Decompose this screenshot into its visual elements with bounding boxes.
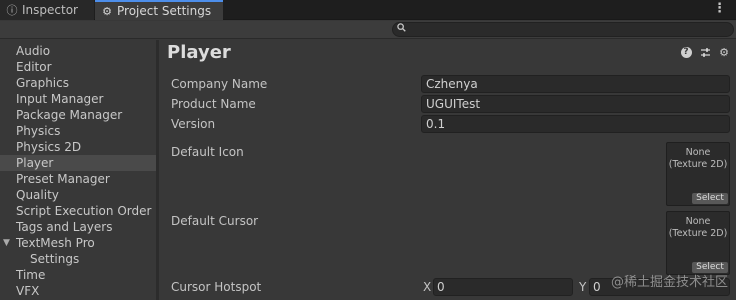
texture-field-text: None (Texture 2D) xyxy=(667,216,729,240)
version-label: Version xyxy=(171,117,216,131)
default-icon-select-button[interactable]: Select xyxy=(692,193,728,204)
sidebar-item-script-execution-order[interactable]: Script Execution Order xyxy=(0,203,156,219)
sidebar-item-physics-2d[interactable]: Physics 2D xyxy=(0,139,156,155)
sidebar-item-player[interactable]: Player xyxy=(0,155,156,171)
sidebar-item-package-manager[interactable]: Package Manager xyxy=(0,107,156,123)
sidebar-item-textmesh-settings[interactable]: Settings xyxy=(0,251,156,267)
texture-none-text: None xyxy=(685,216,711,227)
sidebar-item-quality[interactable]: Quality xyxy=(0,187,156,203)
company-name-label: Company Name xyxy=(171,77,268,91)
sidebar-item-textmesh-pro[interactable]: ▼ TextMesh Pro xyxy=(0,235,156,251)
sidebar-item-input-manager[interactable]: Input Manager xyxy=(0,91,156,107)
sidebar-item-tags-and-layers[interactable]: Tags and Layers xyxy=(0,219,156,235)
sidebar-item-label: Physics xyxy=(16,124,61,138)
hotspot-x-label[interactable]: X xyxy=(423,280,431,294)
default-cursor-label: Default Cursor xyxy=(171,214,259,228)
sidebar-item-physics[interactable]: Physics xyxy=(0,123,156,139)
sidebar-item-audio[interactable]: Audio xyxy=(0,43,156,59)
settings-sidebar: Audio Editor Graphics Input Manager Pack… xyxy=(0,40,156,300)
sidebar-item-preset-manager[interactable]: Preset Manager xyxy=(0,171,156,187)
sidebar-item-label: Audio xyxy=(16,44,51,58)
sidebar-item-graphics[interactable]: Graphics xyxy=(0,75,156,91)
sidebar-item-label: Tags and Layers xyxy=(16,220,113,234)
page-title: Player xyxy=(167,42,231,63)
sidebar-item-label: VFX xyxy=(16,284,40,298)
window-menu-icon[interactable]: ⋮ xyxy=(713,1,726,16)
foldout-expanded-icon[interactable]: ▼ xyxy=(3,235,10,251)
sidebar-item-label: Graphics xyxy=(16,76,69,90)
texture-none-text: None xyxy=(685,147,711,158)
settings-gear-icon[interactable]: ⚙ xyxy=(718,46,730,59)
sidebar-item-label: TextMesh Pro xyxy=(16,236,95,250)
tab-project-settings[interactable]: ⚙ Project Settings xyxy=(95,0,223,20)
tab-project-settings-label: Project Settings xyxy=(117,4,212,18)
sidebar-item-editor[interactable]: Editor xyxy=(0,59,156,75)
texture-type-text: (Texture 2D) xyxy=(668,159,728,170)
window-tab-bar: ⓘ Inspector ⚙ Project Settings ⋮ xyxy=(0,0,736,20)
gear-icon: ⚙ xyxy=(102,4,112,18)
sidebar-item-label: Settings xyxy=(30,252,80,266)
product-name-field[interactable]: UGUITest xyxy=(421,95,730,113)
product-name-label: Product Name xyxy=(171,97,256,111)
sidebar-item-label: Player xyxy=(16,156,54,170)
tab-inspector[interactable]: ⓘ Inspector xyxy=(0,0,94,20)
sidebar-item-label: Time xyxy=(16,268,46,282)
sidebar-item-label: Preset Manager xyxy=(16,172,110,186)
version-field[interactable]: 0.1 xyxy=(421,115,730,133)
sidebar-item-label: Package Manager xyxy=(16,108,123,122)
preset-sliders-icon[interactable] xyxy=(699,46,711,58)
player-settings-panel: Player ? ⚙ Company Name Czhenya Product … xyxy=(159,40,736,300)
sidebar-item-label: Quality xyxy=(16,188,59,202)
sidebar-item-label: Script Execution Order xyxy=(16,204,152,218)
help-icon[interactable]: ? xyxy=(680,46,692,58)
texture-field-text: None (Texture 2D) xyxy=(667,147,729,171)
hotspot-x-field[interactable]: 0 xyxy=(433,278,573,296)
hotspot-y-label[interactable]: Y xyxy=(579,280,586,294)
company-name-field[interactable]: Czhenya xyxy=(421,75,730,93)
tab-inspector-label: Inspector xyxy=(22,3,78,17)
info-icon: ⓘ xyxy=(6,4,18,17)
sidebar-item-label: Input Manager xyxy=(16,92,104,106)
watermark-text: @稀土掘金技术社区 xyxy=(610,275,728,290)
default-icon-texture-field[interactable]: None (Texture 2D) Select xyxy=(666,142,730,206)
sidebar-item-label: Physics 2D xyxy=(16,140,82,154)
texture-type-text: (Texture 2D) xyxy=(668,228,728,239)
sidebar-item-time[interactable]: Time xyxy=(0,267,156,283)
sidebar-item-vfx[interactable]: VFX xyxy=(0,283,156,299)
cursor-hotspot-label: Cursor Hotspot xyxy=(171,280,262,294)
sidebar-item-label: Editor xyxy=(16,60,52,74)
default-icon-label: Default Icon xyxy=(171,145,244,159)
search-input[interactable] xyxy=(409,23,729,36)
header-icons: ? ⚙ xyxy=(680,46,730,59)
search-icon xyxy=(397,23,406,35)
default-cursor-texture-field[interactable]: None (Texture 2D) Select xyxy=(666,211,730,275)
toolbar xyxy=(0,21,736,39)
search-field[interactable] xyxy=(392,22,734,37)
